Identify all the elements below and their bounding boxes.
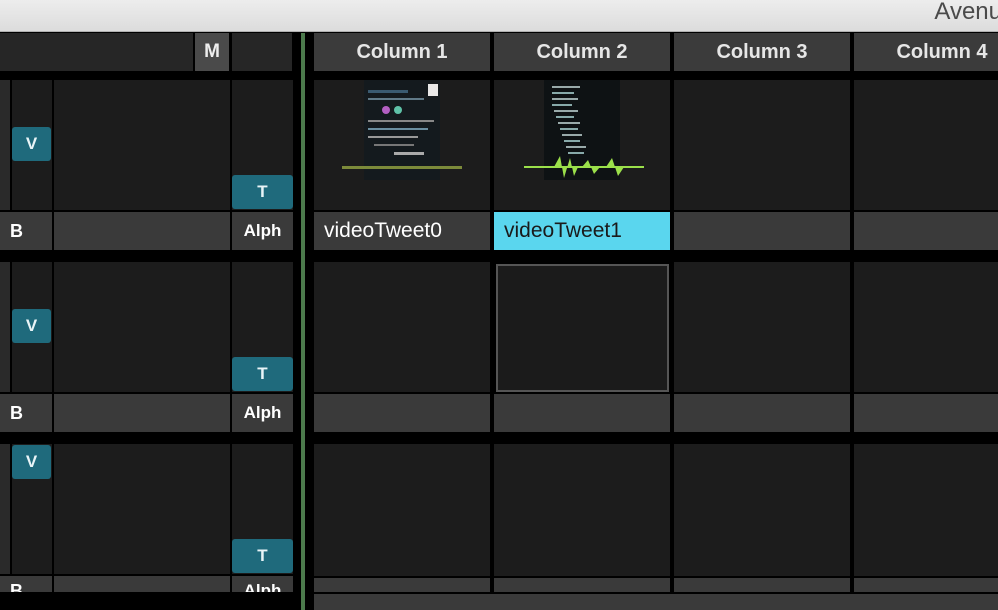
layer-name-bar — [54, 212, 230, 250]
mute-all-button[interactable]: M — [195, 33, 229, 71]
clip-name[interactable] — [854, 212, 998, 250]
layer-preview — [54, 262, 230, 392]
column-header-4[interactable]: Column 4 — [854, 33, 998, 71]
clip-name[interactable]: videoTweet0 — [314, 212, 490, 250]
header-spacer — [232, 33, 292, 71]
video-toggle-button[interactable]: V — [12, 309, 51, 343]
layer-preview — [54, 444, 230, 574]
clip-slot[interactable] — [674, 444, 850, 576]
waveform — [524, 152, 644, 182]
layer-name-bar — [54, 576, 230, 592]
clip-name[interactable] — [314, 394, 490, 432]
clip-name[interactable] — [854, 394, 998, 432]
alpha-button[interactable]: Alph — [232, 576, 293, 592]
clip-name[interactable] — [314, 578, 490, 592]
clip-name[interactable] — [854, 578, 998, 592]
clip-slot[interactable] — [494, 444, 670, 576]
column-header-1[interactable]: Column 1 — [314, 33, 490, 71]
transition-button[interactable]: T — [232, 175, 293, 209]
transition-button[interactable]: T — [232, 539, 293, 573]
blend-button[interactable]: B — [0, 394, 52, 432]
alpha-button[interactable]: Alph — [232, 394, 293, 432]
deck-separator — [301, 33, 305, 610]
clip-slot[interactable] — [314, 444, 490, 576]
clip-slot-focused[interactable] — [496, 264, 669, 392]
blend-button[interactable]: B — [0, 212, 52, 250]
clip-thumbnail — [364, 80, 440, 180]
clip-slot[interactable] — [494, 80, 670, 210]
clip-name[interactable] — [494, 578, 670, 592]
window-title: Avenu — [934, 0, 998, 25]
layer-preview — [54, 80, 230, 210]
video-toggle-button[interactable]: V — [12, 445, 51, 479]
layer-name-bar — [54, 394, 230, 432]
clip-slot[interactable] — [674, 80, 850, 210]
transition-button[interactable]: T — [232, 357, 293, 391]
clip-slot[interactable] — [314, 80, 490, 210]
clip-name[interactable] — [674, 212, 850, 250]
clip-slot[interactable] — [854, 444, 998, 576]
clip-name[interactable] — [674, 578, 850, 592]
layer-handle[interactable] — [0, 80, 10, 210]
clip-slot[interactable] — [854, 262, 998, 392]
clip-slot[interactable] — [314, 262, 490, 392]
clip-name[interactable] — [674, 394, 850, 432]
blend-button[interactable]: B — [0, 576, 52, 592]
column-header-3[interactable]: Column 3 — [674, 33, 850, 71]
layer-handle[interactable] — [0, 444, 10, 574]
clip-slot[interactable] — [854, 80, 998, 210]
waveform — [342, 166, 462, 169]
alpha-button[interactable]: Alph — [232, 212, 293, 250]
horizontal-scrollbar[interactable] — [314, 594, 998, 610]
layer-handle[interactable] — [0, 262, 10, 392]
clip-name[interactable] — [494, 394, 670, 432]
clip-name[interactable]: videoTweet1 — [494, 212, 670, 250]
window-titlebar: Avenu — [0, 0, 998, 32]
video-toggle-button[interactable]: V — [12, 127, 51, 161]
layer-header-area — [0, 33, 193, 71]
column-header-2[interactable]: Column 2 — [494, 33, 670, 71]
clip-slot[interactable] — [674, 262, 850, 392]
